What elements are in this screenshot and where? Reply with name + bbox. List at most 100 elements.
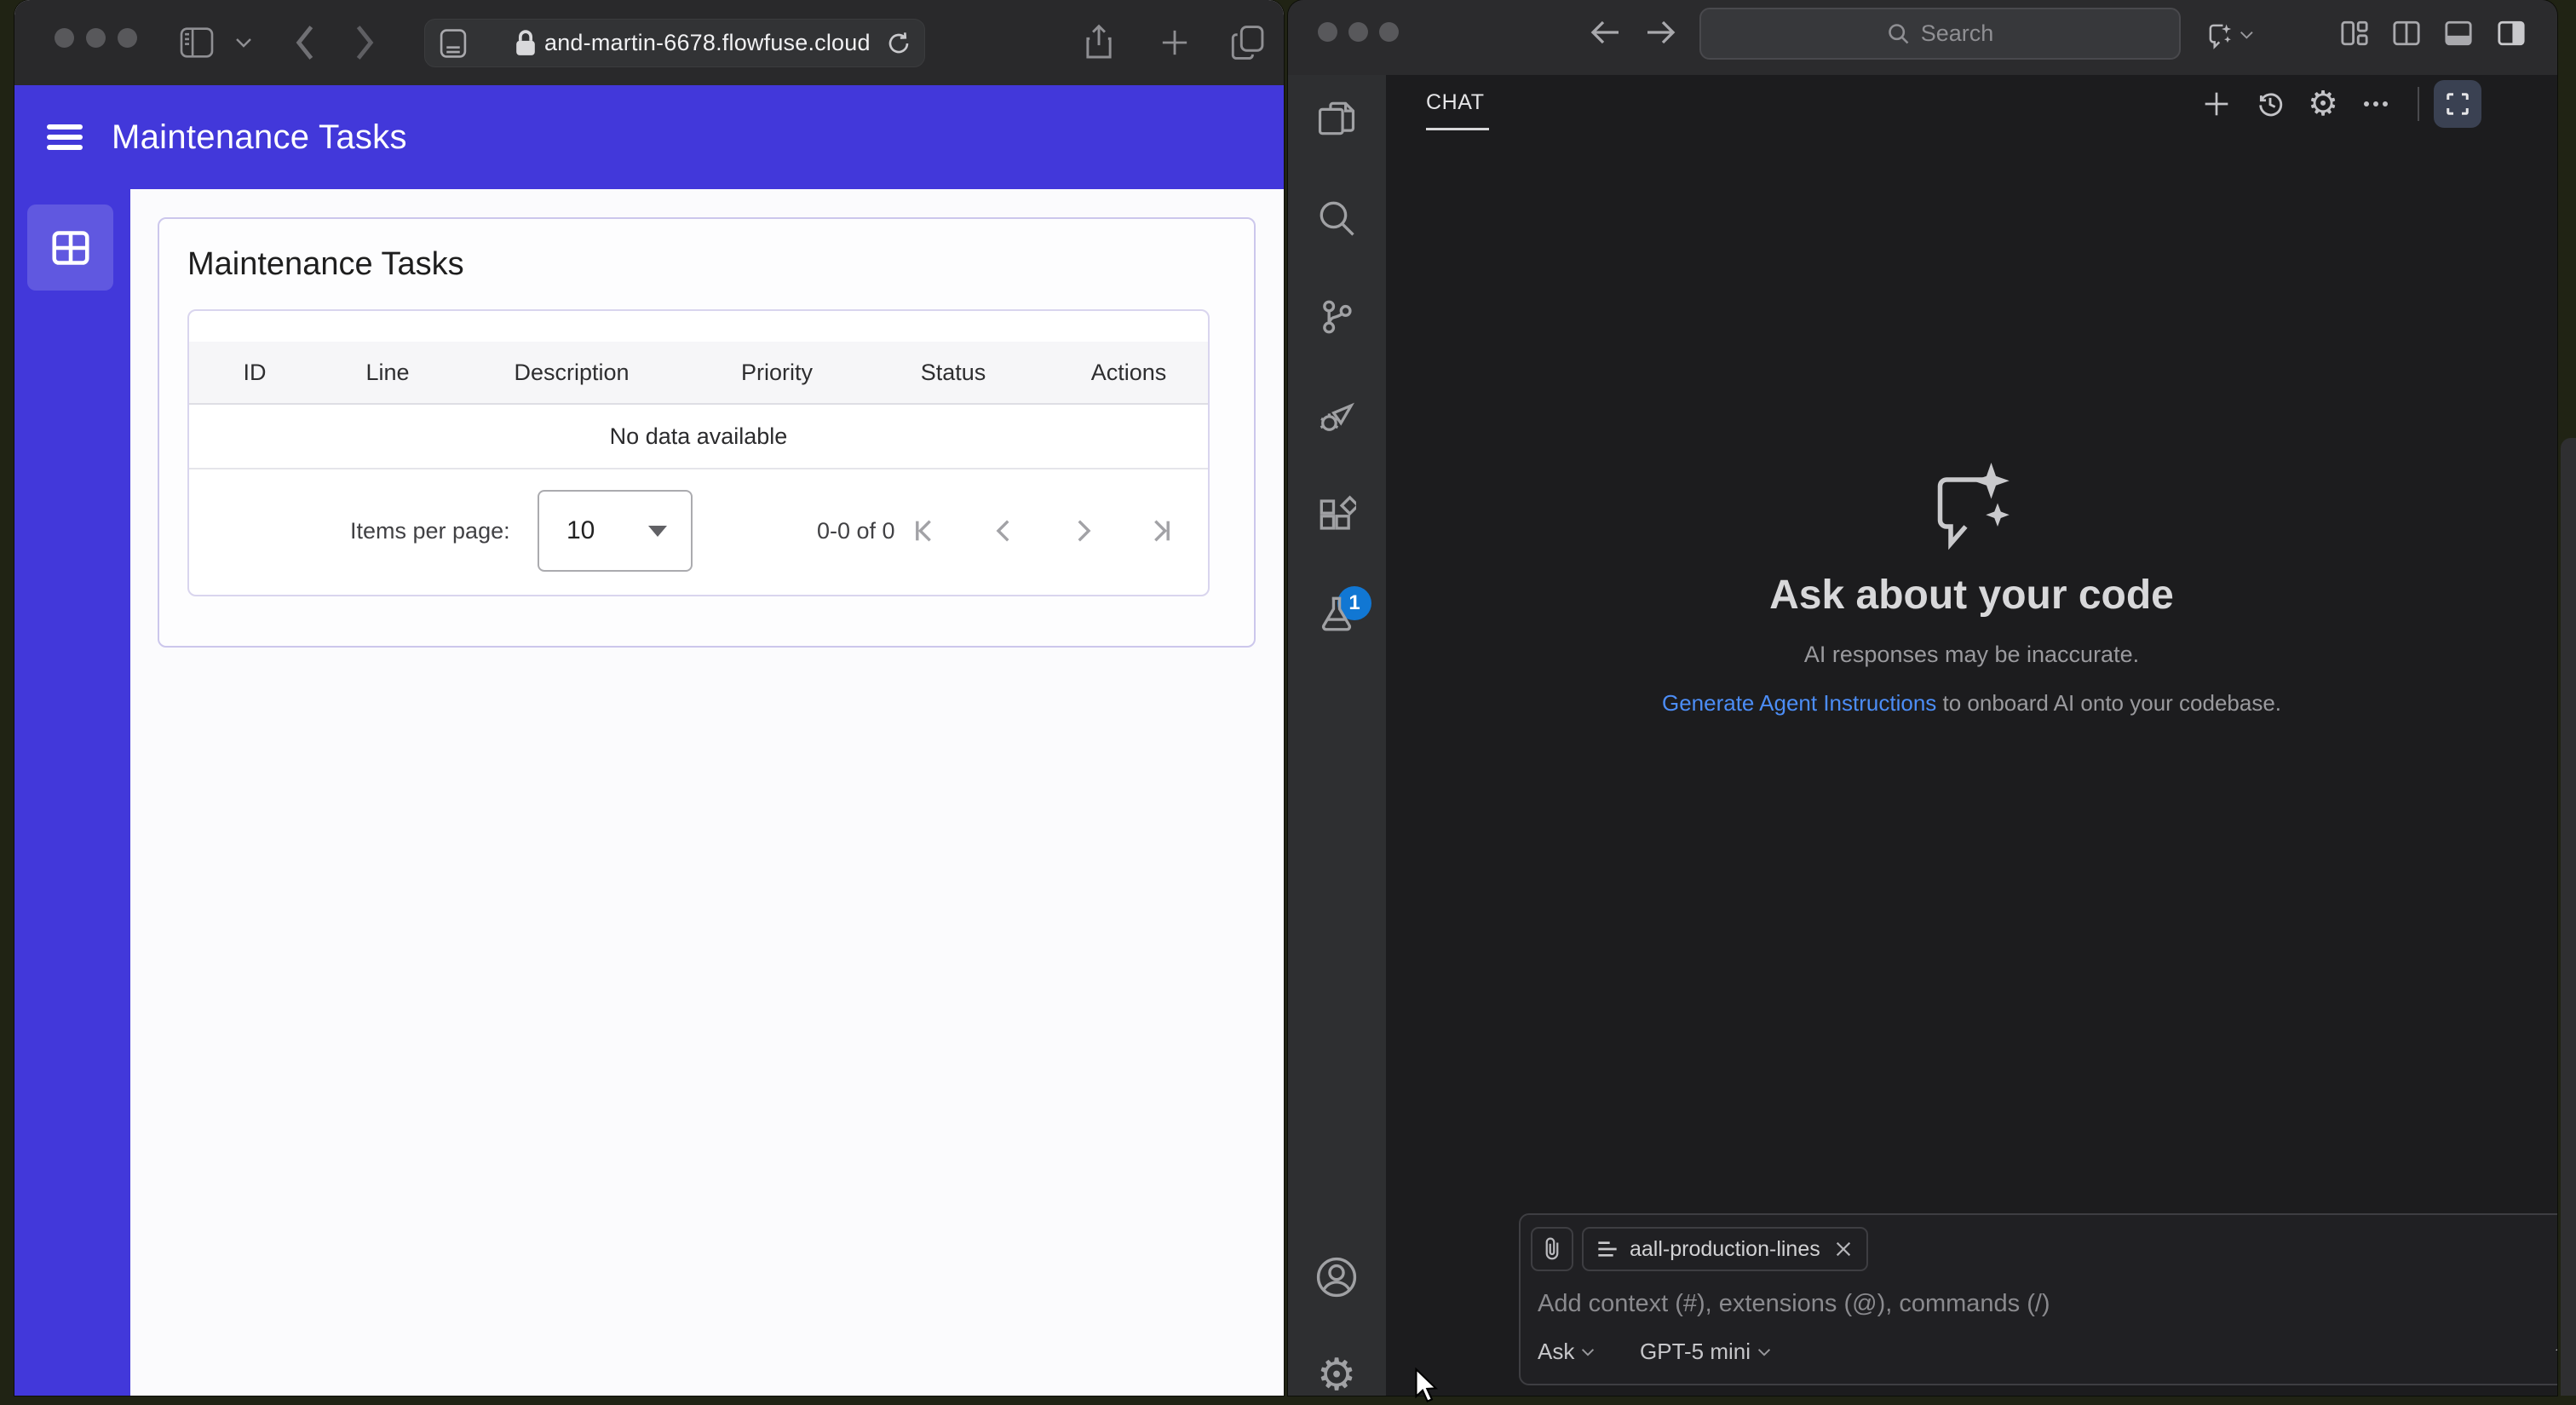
new-tab-icon[interactable]: [1154, 20, 1195, 65]
extensions-icon[interactable]: [1313, 491, 1360, 538]
chat-panel: CHAT ⚙ Ask about your code AI responses …: [1386, 75, 2557, 1396]
search-icon: [1888, 23, 1909, 43]
split-editor-icon[interactable]: [2386, 13, 2427, 54]
close-window-button[interactable]: [1318, 22, 1337, 42]
address-bar[interactable]: and-martin-6678.flowfuse.cloud: [424, 19, 925, 67]
empty-table-message: No data available: [189, 405, 1208, 469]
previous-page-button[interactable]: [982, 509, 1026, 553]
settings-gear-icon[interactable]: ⚙: [1313, 1350, 1360, 1396]
card-title: Maintenance Tasks: [187, 246, 464, 282]
source-control-icon[interactable]: [1313, 293, 1360, 341]
close-window-button[interactable]: [55, 28, 74, 48]
app-title: Maintenance Tasks: [112, 118, 407, 156]
reload-icon[interactable]: [885, 30, 912, 57]
minimize-window-button[interactable]: [1348, 22, 1368, 42]
customize-layout-icon[interactable]: [2334, 13, 2375, 54]
context-chip-label: aall-production-lines: [1630, 1236, 1820, 1261]
column-header-actions[interactable]: Actions: [1091, 342, 1167, 403]
sidebar-item-table[interactable]: [27, 204, 113, 291]
safari-window: and-martin-6678.flowfuse.cloud Maintenan…: [14, 0, 1284, 1396]
more-actions-icon[interactable]: [2355, 83, 2396, 124]
mode-picker[interactable]: Ask: [1538, 1339, 1595, 1365]
chat-empty-link-line: Generate Agent Instructions to onboard A…: [1386, 690, 2557, 717]
command-center-search[interactable]: Search: [1699, 8, 2181, 60]
nav-back-icon[interactable]: [1584, 11, 1627, 54]
paperclip-icon: [1545, 1237, 1559, 1260]
testing-icon[interactable]: [1313, 590, 1360, 637]
tab-chat[interactable]: CHAT: [1426, 90, 1485, 115]
forward-button[interactable]: [345, 20, 384, 65]
chat-empty-link-suffix: to onboard AI onto your codebase.: [1936, 690, 2282, 716]
column-header-line[interactable]: Line: [365, 342, 409, 403]
select-caret-icon: [648, 525, 667, 537]
sidebar-toggle-icon[interactable]: [176, 22, 217, 63]
webapp-page: Maintenance Tasks Maintenance Tasks ID L…: [14, 85, 1284, 1396]
vscode-titlebar: Search: [1288, 0, 2557, 75]
zoom-window-button[interactable]: [1379, 22, 1399, 42]
sidebar-chevron-icon[interactable]: [232, 31, 256, 55]
minimize-window-button[interactable]: [86, 28, 106, 48]
chat-settings-gear-icon[interactable]: ⚙: [2303, 83, 2343, 124]
copilot-chat-icon: [1917, 450, 2027, 561]
search-icon[interactable]: [1313, 194, 1360, 242]
last-page-button[interactable]: [1138, 509, 1182, 553]
chat-tab-underline: [1426, 128, 1489, 130]
lock-icon: [514, 29, 538, 58]
chevron-down-icon: [1582, 1348, 1595, 1356]
zoom-window-button[interactable]: [118, 28, 137, 48]
column-header-description[interactable]: Description: [514, 342, 629, 403]
header-divider: [2418, 87, 2419, 121]
account-icon[interactable]: [1313, 1253, 1360, 1301]
explorer-icon[interactable]: [1313, 95, 1360, 142]
context-chip[interactable]: aall-production-lines: [1582, 1227, 1868, 1271]
menu-hamburger-icon[interactable]: [47, 123, 83, 152]
list-icon: [1598, 1241, 1617, 1257]
search-placeholder: Search: [1920, 20, 1994, 46]
tab-overview-icon[interactable]: [1226, 19, 1270, 66]
chat-empty-title: Ask about your code: [1769, 573, 2174, 618]
first-page-button[interactable]: [903, 509, 947, 553]
chat-input-box[interactable]: aall-production-lines Add context (#), e…: [1519, 1213, 2557, 1385]
page-settings-icon[interactable]: [439, 27, 468, 60]
toggle-panel-icon[interactable]: [2438, 13, 2479, 54]
send-button[interactable]: [2556, 1334, 2557, 1365]
chat-history-icon[interactable]: [2250, 83, 2291, 124]
mouse-cursor: [1407, 1368, 1445, 1405]
items-per-page-select[interactable]: 10: [538, 490, 693, 572]
back-button[interactable]: [285, 20, 325, 65]
copilot-chevron-icon: [2240, 32, 2253, 39]
maintenance-tasks-card: Maintenance Tasks ID Line Description Pr…: [158, 217, 1256, 648]
url-text: and-martin-6678.flowfuse.cloud: [544, 30, 871, 55]
activity-bar: 1 ⚙: [1288, 75, 1386, 1396]
column-header-priority[interactable]: Priority: [741, 342, 813, 403]
copilot-icon[interactable]: [2206, 11, 2254, 59]
chevron-down-icon: [1757, 1348, 1771, 1356]
attach-context-button[interactable]: [1531, 1227, 1573, 1271]
column-header-status[interactable]: Status: [921, 342, 986, 403]
share-icon[interactable]: [1078, 19, 1120, 66]
maximize-panel-button[interactable]: [2434, 80, 2481, 128]
tasks-table: ID Line Description Priority Status Acti…: [187, 309, 1210, 596]
background-window-sliver: [2561, 438, 2576, 1396]
generate-agent-instructions-link[interactable]: Generate Agent Instructions: [1662, 690, 1936, 716]
chat-empty-subtitle: AI responses may be inaccurate.: [1803, 642, 2140, 667]
model-label: GPT-5 mini: [1640, 1339, 1751, 1364]
toggle-secondary-sidebar-icon[interactable]: [2491, 13, 2532, 54]
safari-toolbar: and-martin-6678.flowfuse.cloud: [14, 0, 1284, 85]
mode-label: Ask: [1538, 1339, 1575, 1364]
items-per-page-label: Items per page:: [350, 518, 510, 544]
vscode-window: Search 1 ⚙ CHAT ⚙ Ask about your code AI…: [1288, 0, 2557, 1396]
app-sidebar: [14, 189, 130, 1396]
app-header: Maintenance Tasks: [14, 85, 1284, 189]
nav-forward-icon[interactable]: [1639, 11, 1682, 54]
items-per-page-value: 10: [566, 516, 595, 544]
column-header-id[interactable]: ID: [244, 342, 267, 403]
remove-context-icon[interactable]: [1834, 1240, 1853, 1258]
run-debug-icon[interactable]: [1313, 392, 1360, 440]
new-chat-icon[interactable]: [2196, 83, 2237, 124]
next-page-button[interactable]: [1061, 509, 1105, 553]
table-grid-icon: [51, 230, 89, 265]
chat-input-placeholder[interactable]: Add context (#), extensions (@), command…: [1538, 1290, 2050, 1318]
pagination-range: 0-0 of 0: [817, 518, 895, 544]
model-picker[interactable]: GPT-5 mini: [1640, 1339, 1771, 1365]
